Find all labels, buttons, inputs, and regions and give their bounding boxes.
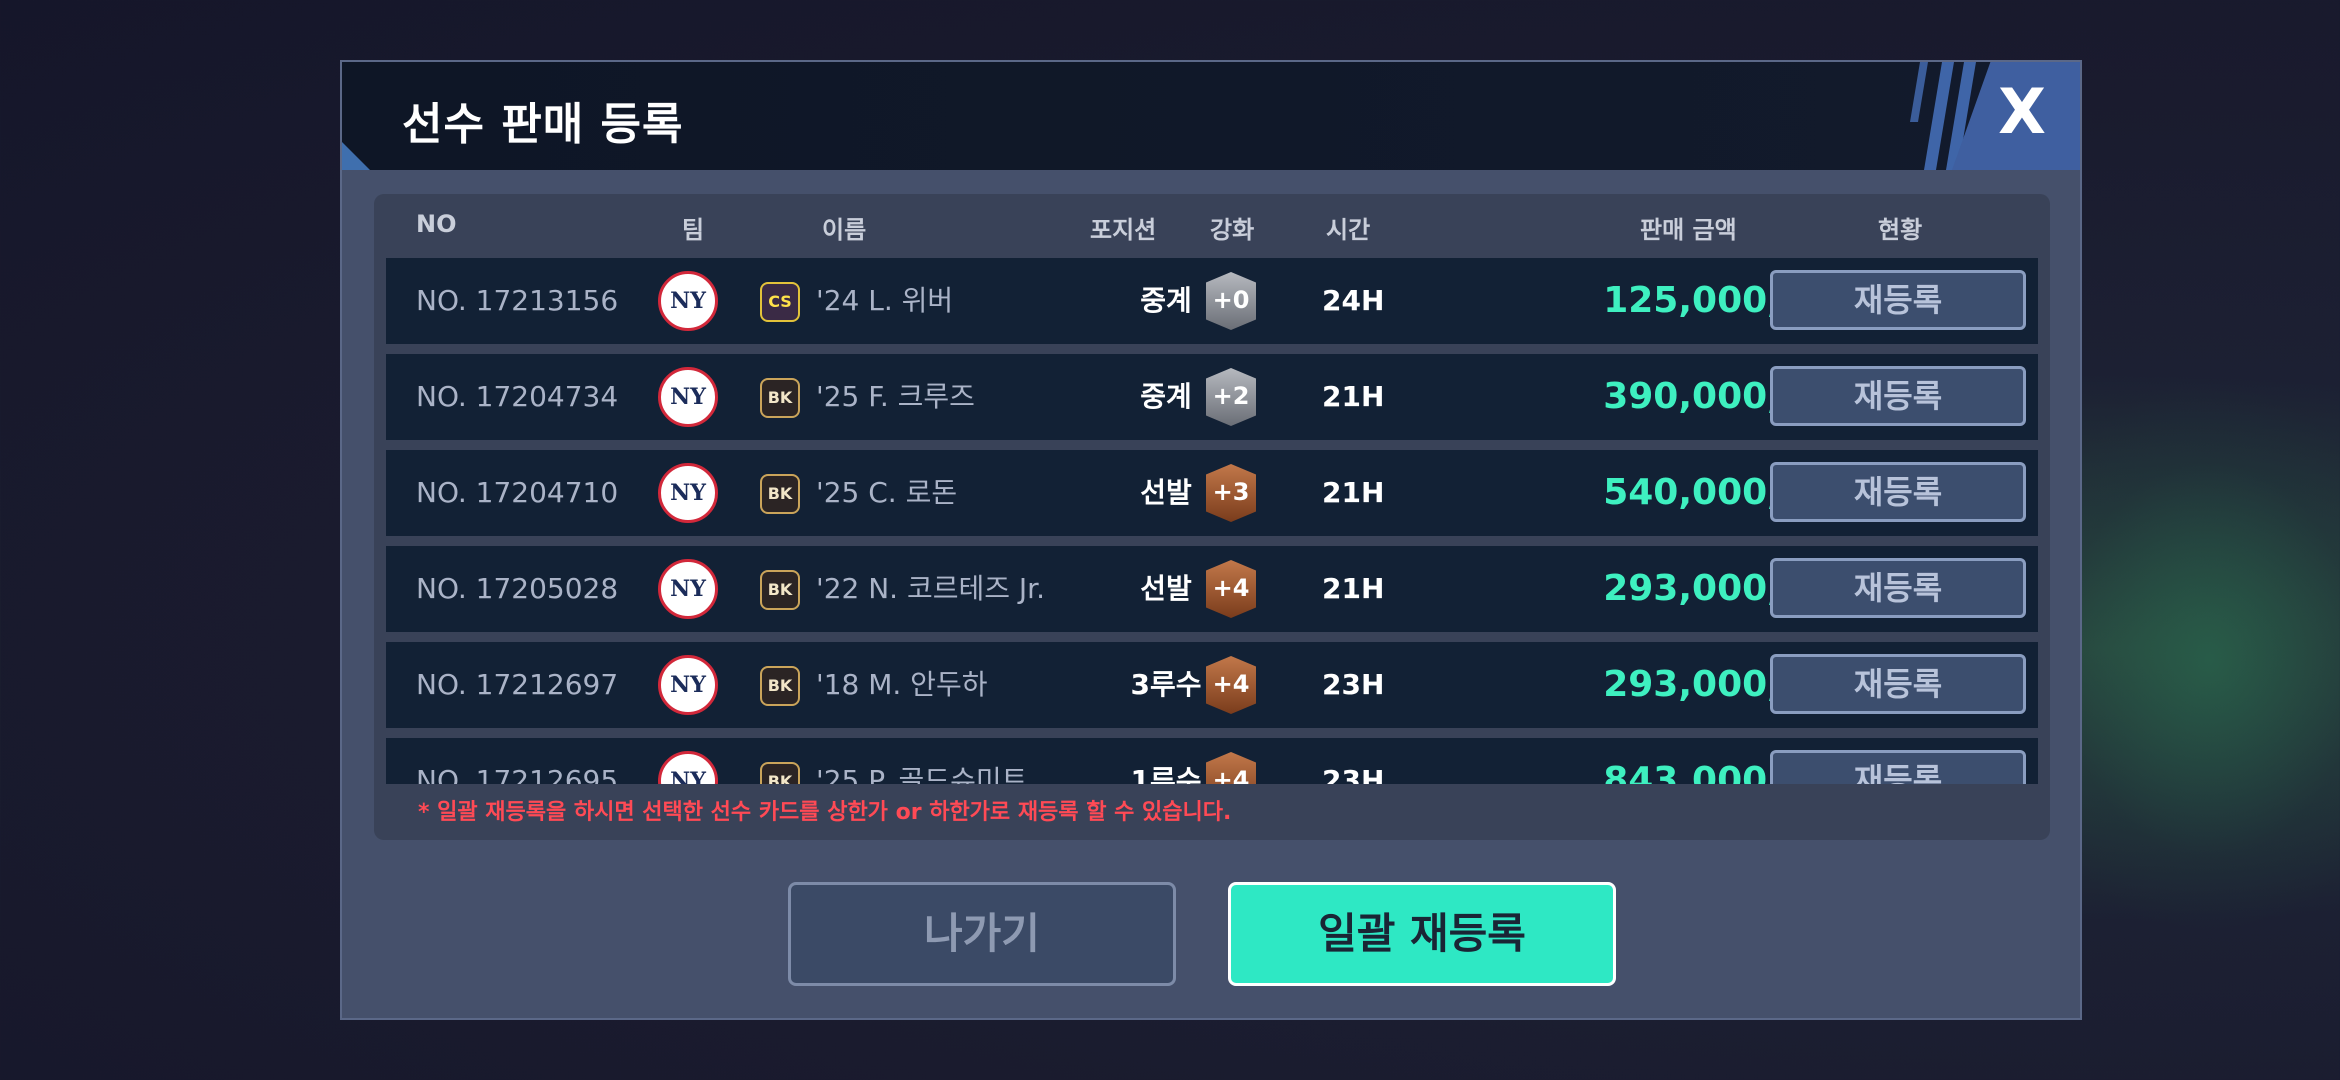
- enhance-level-icon: +0: [1206, 272, 1256, 330]
- remaining-time: 21H: [1322, 380, 1385, 413]
- sale-number: NO. 17213156: [416, 284, 619, 317]
- player-name: '25 P. 골드슈미트: [816, 764, 1028, 784]
- column-header-enhance: 강화: [1210, 216, 1255, 244]
- column-header-no: NO: [416, 210, 457, 238]
- bulk-relist-button[interactable]: 일괄 재등록: [1228, 882, 1616, 986]
- header-corner-accent: [342, 142, 370, 170]
- sale-list-panel: NO 팀 이름 포지션 강화 시간 판매 금액 현황 NO. 17213156 …: [374, 194, 2050, 840]
- card-badge-icon: BK: [760, 666, 800, 706]
- exit-button[interactable]: 나가기: [788, 882, 1176, 986]
- relist-button[interactable]: 재등록: [1770, 462, 2026, 522]
- sale-number: NO. 17212697: [416, 668, 619, 701]
- player-name: '18 M. 안두하: [816, 668, 988, 701]
- table-row[interactable]: NO. 17205028 NY BK '22 N. 코르테즈 Jr. 선발 +4…: [386, 546, 2038, 632]
- enhance-level-icon: +2: [1206, 368, 1256, 426]
- sale-number: NO. 17204710: [416, 476, 619, 509]
- enhance-level-icon: +4: [1206, 656, 1256, 714]
- table-row[interactable]: NO. 17213156 NY CS '24 L. 위버 중계 +0 24H 1…: [386, 258, 2038, 344]
- column-header-team: 팀: [682, 216, 705, 244]
- player-name: '25 C. 로돈: [816, 476, 958, 509]
- player-name: '22 N. 코르테즈 Jr.: [816, 572, 1046, 605]
- dialog-header: 선수 판매 등록 X: [342, 62, 2080, 170]
- yankees-logo-icon: NY: [658, 559, 718, 619]
- bulk-relist-notice: * 일괄 재등록을 하시면 선택한 선수 카드를 상한가 or 하한가로 재등록…: [418, 800, 1232, 825]
- card-badge-icon: BK: [760, 762, 800, 784]
- card-badge-icon: CS: [760, 282, 800, 322]
- close-button[interactable]: X: [1992, 81, 2052, 143]
- card-badge-icon: BK: [760, 474, 800, 514]
- relist-button[interactable]: 재등록: [1770, 558, 2026, 618]
- sale-number: NO. 17205028: [416, 572, 619, 605]
- column-header-position: 포지션: [1090, 216, 1157, 244]
- relist-button[interactable]: 재등록: [1770, 750, 2026, 784]
- card-badge-icon: BK: [760, 570, 800, 610]
- column-header-name: 이름: [822, 216, 867, 244]
- column-header-time: 시간: [1326, 216, 1371, 244]
- relist-button[interactable]: 재등록: [1770, 366, 2026, 426]
- sale-number: NO. 17212695: [416, 764, 619, 784]
- relist-button[interactable]: 재등록: [1770, 654, 2026, 714]
- yankees-logo-icon: NY: [658, 367, 718, 427]
- table-row[interactable]: NO. 17212697 NY BK '18 M. 안두하 3루수 +4 23H…: [386, 642, 2038, 728]
- sale-number: NO. 17204734: [416, 380, 619, 413]
- remaining-time: 21H: [1322, 476, 1385, 509]
- table-row[interactable]: NO. 17204710 NY BK '25 C. 로돈 선발 +3 21H 5…: [386, 450, 2038, 536]
- yankees-logo-icon: NY: [658, 271, 718, 331]
- dialog-title: 선수 판매 등록: [402, 99, 684, 150]
- column-header-price: 판매 금액: [1640, 216, 1737, 244]
- sale-list-scroll[interactable]: NO. 17213156 NY CS '24 L. 위버 중계 +0 24H 1…: [386, 258, 2038, 784]
- yankees-logo-icon: NY: [658, 463, 718, 523]
- enhance-level-icon: +4: [1206, 560, 1256, 618]
- relist-button[interactable]: 재등록: [1770, 270, 2026, 330]
- column-header-status: 현황: [1878, 216, 1923, 244]
- remaining-time: 23H: [1322, 668, 1385, 701]
- player-sale-dialog: 선수 판매 등록 X NO 팀 이름 포지션 강화 시간 판매 금액 현황 NO…: [340, 60, 2082, 1020]
- remaining-time: 21H: [1322, 572, 1385, 605]
- table-row[interactable]: NO. 17204734 NY BK '25 F. 크루즈 중계 +2 21H …: [386, 354, 2038, 440]
- table-row[interactable]: NO. 17212695 NY BK '25 P. 골드슈미트 1루수 +4 2…: [386, 738, 2038, 784]
- yankees-logo-icon: NY: [658, 751, 718, 784]
- remaining-time: 24H: [1322, 284, 1385, 317]
- enhance-level-icon: +3: [1206, 464, 1256, 522]
- player-name: '24 L. 위버: [816, 284, 954, 317]
- yankees-logo-icon: NY: [658, 655, 718, 715]
- player-name: '25 F. 크루즈: [816, 380, 975, 413]
- card-badge-icon: BK: [760, 378, 800, 418]
- remaining-time: 23H: [1322, 764, 1385, 784]
